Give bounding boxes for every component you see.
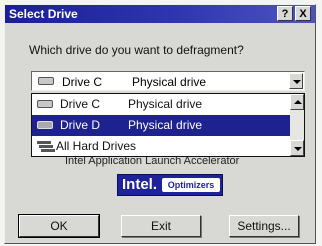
- ok-button[interactable]: OK: [18, 214, 100, 238]
- hard-drive-icon: [38, 77, 54, 85]
- hard-drive-icon: [37, 121, 53, 129]
- window-title: Select Drive: [9, 7, 78, 21]
- logo-word: Intel.: [122, 176, 158, 193]
- combo-selected-drive: Drive C: [62, 75, 103, 89]
- list-item-type: Physical drive: [128, 97, 203, 111]
- title-bar: Select Drive ? X: [5, 5, 315, 23]
- close-button[interactable]: X: [295, 6, 311, 21]
- intel-optimizers-logo: Intel. Optimizers: [117, 174, 223, 196]
- chevron-down-icon: [293, 80, 301, 84]
- scroll-up-button[interactable]: [290, 94, 304, 110]
- drive-dropdown-list: Drive C Physical drive Drive D Physical …: [31, 93, 305, 157]
- list-item-name: Drive C: [60, 97, 101, 111]
- list-item-drive-c[interactable]: Drive C Physical drive: [32, 94, 290, 115]
- list-item-type: Physical drive: [128, 118, 203, 132]
- prompt-label: Which drive do you want to defragment?: [29, 43, 244, 57]
- drive-combobox[interactable]: Drive C Physical drive: [31, 71, 305, 91]
- dropdown-arrow-button[interactable]: [289, 73, 303, 89]
- settings-button[interactable]: Settings...: [229, 215, 299, 237]
- chevron-down-icon: [294, 147, 302, 151]
- exit-button[interactable]: Exit: [121, 215, 201, 237]
- logo-tag: Optimizers: [162, 178, 220, 192]
- list-item-all-hard-drives[interactable]: All Hard Drives: [32, 136, 290, 157]
- list-item-name: All Hard Drives: [56, 139, 137, 153]
- dropdown-scrollbar[interactable]: [290, 94, 304, 156]
- chevron-up-icon: [294, 100, 302, 104]
- list-item-drive-d[interactable]: Drive D Physical drive: [32, 115, 290, 136]
- list-item-name: Drive D: [60, 118, 101, 132]
- combo-selected-type: Physical drive: [132, 75, 207, 89]
- scroll-down-button[interactable]: [290, 140, 304, 156]
- help-button[interactable]: ?: [277, 6, 293, 21]
- hard-drive-icon: [37, 100, 53, 108]
- select-drive-dialog: Select Drive ? X Which drive do you want…: [4, 4, 316, 244]
